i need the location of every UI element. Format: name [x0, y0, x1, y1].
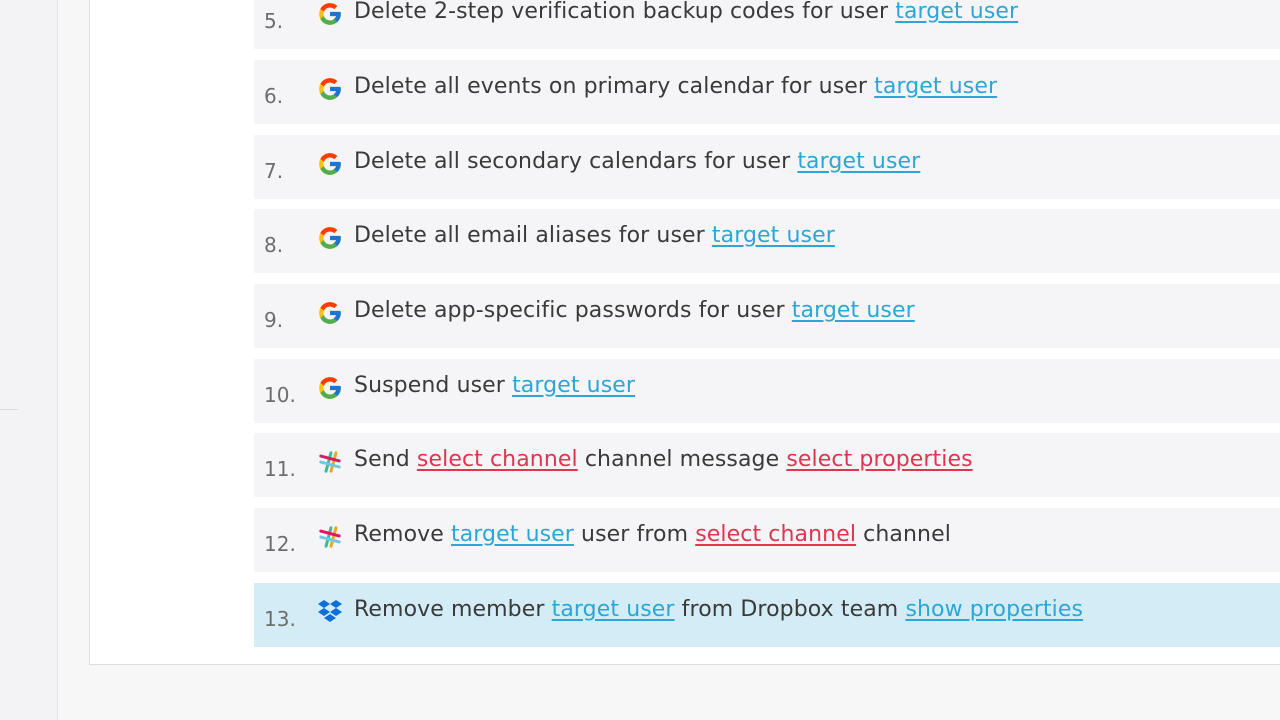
rail-divider [0, 409, 18, 410]
step-description: Delete all events on primary calendar fo… [354, 74, 997, 99]
workflow-step-row[interactable]: 13. Remove member target user from Dropbo… [254, 583, 1280, 647]
target-user-link[interactable]: target user [874, 74, 997, 99]
step-text-fragment: Delete app-specific passwords for user [354, 298, 792, 323]
step-description: Delete 2-step verification backup codes … [354, 0, 1018, 24]
google-icon [316, 75, 344, 103]
dropbox-icon [316, 598, 344, 626]
step-text-fragment: Remove [354, 522, 451, 547]
step-text-fragment: Send [354, 447, 417, 472]
step-description: Delete app-specific passwords for user t… [354, 298, 915, 323]
target-user-link[interactable]: target user [712, 223, 835, 248]
step-text-fragment: Delete all events on primary calendar fo… [354, 74, 875, 99]
target-user-link[interactable]: target user [512, 373, 635, 398]
step-description: Remove member target user from Dropbox t… [354, 597, 1083, 622]
step-text-fragment: from Dropbox team [674, 597, 906, 622]
slack-icon [316, 448, 344, 476]
step-description: Remove target user user from select chan… [354, 522, 951, 547]
step-text-fragment: Delete 2-step verification backup codes … [354, 0, 896, 24]
workflow-step-row[interactable]: 5. Delete 2-step verification backup code… [254, 0, 1280, 49]
workflow-step-row[interactable]: 10. Suspend user target user [254, 359, 1280, 423]
step-number: 9. [264, 308, 284, 332]
show-properties-link[interactable]: show properties [905, 597, 1083, 622]
workflow-step-row[interactable]: 12. Remove target user user from select c… [254, 508, 1280, 572]
google-icon [316, 224, 344, 252]
step-text-fragment: Suspend user [354, 373, 513, 398]
workflow-step-row[interactable]: 7. Delete all secondary calendars for use… [254, 135, 1280, 199]
workflow-step-row[interactable]: 6. Delete all events on primary calendar … [254, 60, 1280, 124]
step-text-fragment: Remove member [354, 597, 552, 622]
step-text-fragment: channel [856, 522, 951, 547]
slack-icon [316, 523, 344, 551]
step-number: 11. [264, 457, 296, 481]
step-number: 13. [264, 607, 296, 631]
google-icon [316, 374, 344, 402]
step-description: Delete all email aliases for user target… [354, 223, 835, 248]
step-text-fragment: user from [573, 522, 696, 547]
target-user-link[interactable]: target user [792, 298, 915, 323]
step-number: 7. [264, 159, 284, 183]
target-user-link[interactable]: target user [451, 522, 574, 547]
select-channel-link[interactable]: select channel [695, 522, 856, 547]
select-properties-link[interactable]: select properties [786, 447, 972, 472]
step-description: Send select channel channel message sele… [354, 447, 973, 472]
google-icon [316, 299, 344, 327]
step-number: 6. [264, 84, 284, 108]
google-icon [316, 150, 344, 178]
step-number: 8. [264, 233, 284, 257]
google-icon [316, 0, 344, 28]
select-channel-link[interactable]: select channel [417, 447, 578, 472]
target-user-link[interactable]: target user [895, 0, 1018, 24]
step-text-fragment: Delete all email aliases for user [354, 223, 712, 248]
step-number: 5. [264, 9, 284, 33]
step-number: 12. [264, 532, 296, 556]
left-rail [0, 0, 58, 720]
target-user-link[interactable]: target user [552, 597, 675, 622]
step-text-fragment: channel message [577, 447, 787, 472]
step-number: 10. [264, 383, 296, 407]
target-user-link[interactable]: target user [797, 149, 920, 174]
step-description: Suspend user target user [354, 373, 635, 398]
step-description: Delete all secondary calendars for user … [354, 149, 920, 174]
workflow-step-row[interactable]: 8. Delete all email aliases for user targ… [254, 209, 1280, 273]
workflow-step-row[interactable]: 9. Delete app-specific passwords for user… [254, 284, 1280, 348]
workflow-step-row[interactable]: 11. Send select channel channel message s… [254, 433, 1280, 497]
step-text-fragment: Delete all secondary calendars for user [354, 149, 798, 174]
